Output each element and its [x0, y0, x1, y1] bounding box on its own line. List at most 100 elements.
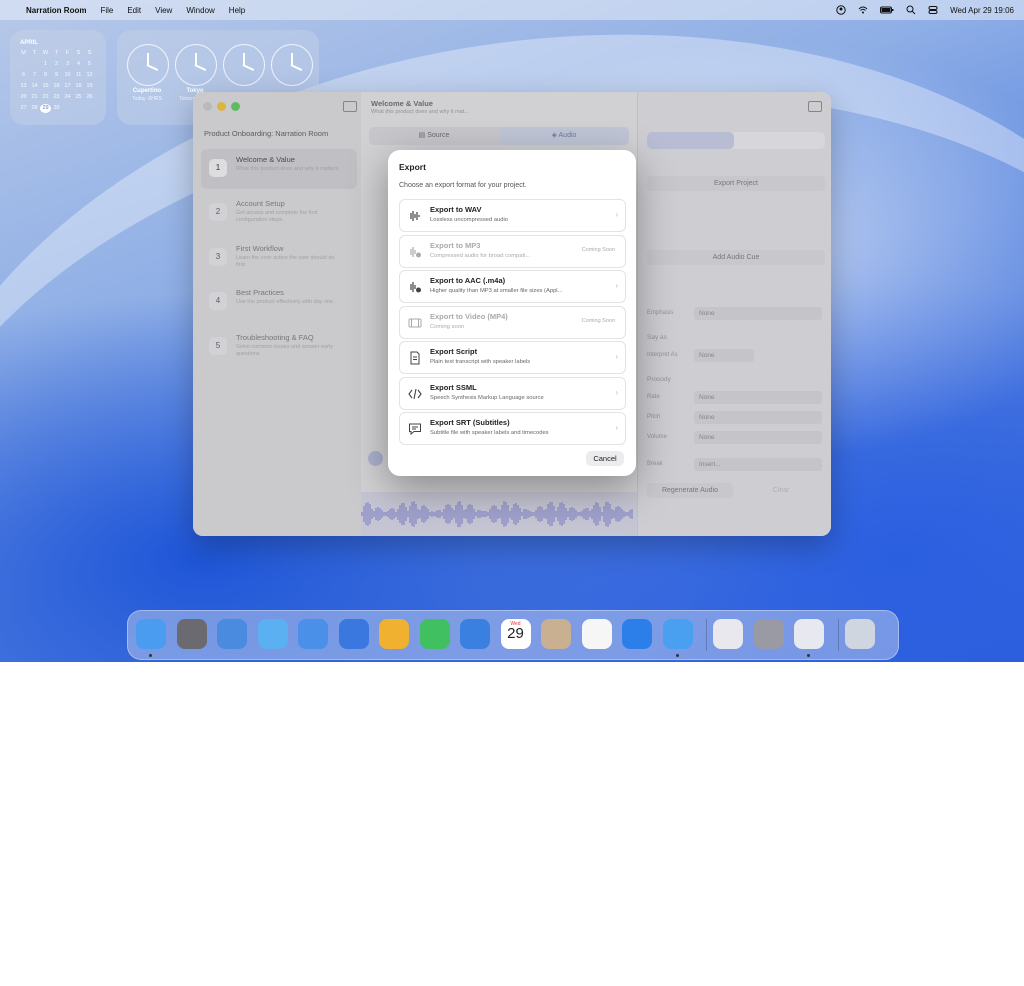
- calendar-day: 5: [87, 61, 92, 67]
- system-settings-icon[interactable]: [753, 619, 784, 649]
- chevron-right-icon: ›: [615, 423, 618, 432]
- reminders-icon[interactable]: [581, 619, 612, 649]
- menu-file[interactable]: File: [100, 6, 113, 15]
- calendar-day: 8: [43, 72, 48, 78]
- clock-face: [175, 44, 217, 86]
- clock-face: [223, 44, 265, 86]
- battery-icon[interactable]: [880, 5, 894, 15]
- calendar-day: 10: [64, 72, 71, 78]
- calendar-day: 15: [42, 83, 49, 89]
- dock: Wed 29: [127, 610, 899, 660]
- waveform-badge-icon: [410, 246, 421, 257]
- export-option-6[interactable]: Export SSML Speech Synthesis Markup Langu…: [399, 376, 626, 410]
- option-title: Export to AAC (.m4a): [430, 276, 506, 285]
- photos-icon[interactable]: [379, 619, 409, 649]
- calendar-grid: M T W T F S S 1 2 3 4 5 6 7 8 9 10 11 12 13 14 15 16 17 18 19 20 21…: [18, 49, 106, 113]
- calendar-day: [84, 104, 95, 113]
- running-indicator: [675, 654, 679, 657]
- preview-icon[interactable]: [713, 619, 743, 649]
- export-option-5[interactable]: Export Script Plain text transcript with …: [399, 341, 626, 374]
- calendar-day: 19: [86, 83, 93, 89]
- calendar-day: 25: [75, 94, 82, 100]
- cancel-button[interactable]: Cancel: [586, 451, 624, 466]
- calendar-day: 27: [20, 105, 27, 111]
- control-center-icon[interactable]: [928, 5, 938, 15]
- export-option-7[interactable]: Export SRT (Subtitles) Subtitle file with…: [399, 412, 626, 445]
- waveform-badge-icon: [410, 282, 421, 293]
- calendar-month: APRIL: [20, 40, 38, 46]
- calendar-day: 12: [86, 72, 93, 78]
- coming-soon-badge: Coming Soon: [581, 246, 615, 253]
- dialog-subtitle: Choose an export format for your project…: [399, 182, 527, 189]
- option-description: Speech Synthesis Markup Language source: [430, 394, 544, 401]
- export-option-4: Export to Video (MP4) Coming soon Coming S…: [399, 305, 626, 339]
- option-title: Export to Video (MP4): [430, 311, 508, 321]
- search-icon[interactable]: [906, 5, 916, 15]
- export-dialog: Export Choose an export format for your …: [388, 150, 636, 476]
- calendar-day: 20: [20, 94, 27, 100]
- document-icon: [410, 351, 420, 365]
- weekday-label: S: [87, 50, 92, 56]
- running-indicator: [149, 654, 152, 657]
- option-description: Coming soon: [430, 323, 465, 330]
- film-icon: [408, 318, 422, 327]
- menu-help[interactable]: Help: [229, 6, 245, 15]
- calendar-day: 23: [53, 94, 60, 100]
- calendar-day: 22: [42, 94, 49, 100]
- weekday-label: T: [54, 50, 59, 56]
- clock-offset: Today -0HRS: [132, 96, 162, 102]
- option-title: Export SRT (Subtitles): [430, 418, 510, 427]
- app-icon-2[interactable]: [662, 619, 693, 649]
- option-description: Plain text transcript with speaker label…: [430, 359, 531, 365]
- calendar-day: 24: [64, 94, 71, 100]
- export-option-1[interactable]: Export to WAV Lossless uncompressed audio…: [399, 199, 626, 232]
- calendar-widget[interactable]: APRIL M T W T F S S 1 2 3 4 5 6 7 8 9 10 11 12 13 14 15 16 17 18…: [10, 30, 106, 125]
- weekday-label: M: [21, 50, 26, 56]
- trash-icon[interactable]: [844, 619, 875, 649]
- user-icon[interactable]: [836, 5, 846, 15]
- menu-window[interactable]: Window: [186, 6, 214, 15]
- running-indicator: [807, 654, 810, 657]
- export-option-3[interactable]: Export to AAC (.m4a) Higher quality than …: [399, 270, 626, 303]
- calendar-day: 7: [32, 72, 37, 78]
- clock-city: Cupertino: [132, 88, 162, 94]
- menu-edit[interactable]: Edit: [127, 6, 141, 15]
- clock-face: [127, 44, 169, 86]
- option-title: Export to WAV: [430, 205, 482, 214]
- option-title: Export Script: [430, 347, 478, 356]
- app-icon-1[interactable]: [622, 619, 652, 649]
- contacts-icon[interactable]: [541, 619, 571, 649]
- clock-face: [271, 44, 313, 86]
- messages-icon[interactable]: [257, 619, 288, 649]
- calendar-icon[interactable]: Wed 29: [500, 619, 531, 649]
- caption-icon: [409, 423, 421, 436]
- safari-icon[interactable]: [217, 619, 247, 649]
- mail-icon[interactable]: [298, 619, 328, 649]
- weekday-label: W: [42, 50, 49, 56]
- phone-icon[interactable]: [460, 619, 490, 649]
- calendar-day: 30: [53, 105, 60, 111]
- chevron-right-icon: ›: [615, 281, 618, 290]
- menu-app-name[interactable]: Narration Room: [26, 6, 86, 15]
- weekday-label: S: [76, 50, 81, 56]
- calendar-day: 3: [65, 61, 70, 67]
- menu-view[interactable]: View: [155, 6, 172, 15]
- dock-separator: [706, 619, 707, 651]
- coming-soon-badge: Coming Soon: [581, 317, 615, 324]
- xcode-icon[interactable]: [338, 619, 369, 649]
- menu-datetime[interactable]: Wed Apr 29 19:06: [950, 6, 1014, 15]
- calendar-day: 17: [64, 83, 71, 89]
- finder-icon[interactable]: [136, 619, 166, 649]
- dock-separator: [837, 619, 839, 651]
- export-option-2: Export to MP3 Compressed audio for broad …: [399, 234, 626, 268]
- calculator-icon[interactable]: [176, 619, 207, 649]
- wifi-icon[interactable]: [858, 5, 868, 15]
- facetime-icon[interactable]: [419, 619, 450, 649]
- option-description: Compressed audio for broad compati...: [430, 252, 531, 259]
- calendar-day: 14: [31, 83, 38, 89]
- calendar-day: 28: [31, 105, 38, 111]
- grid-app-icon[interactable]: [794, 619, 824, 649]
- calendar-day: [29, 60, 40, 69]
- calendar-day: [62, 104, 73, 113]
- calendar-day: [18, 60, 29, 69]
